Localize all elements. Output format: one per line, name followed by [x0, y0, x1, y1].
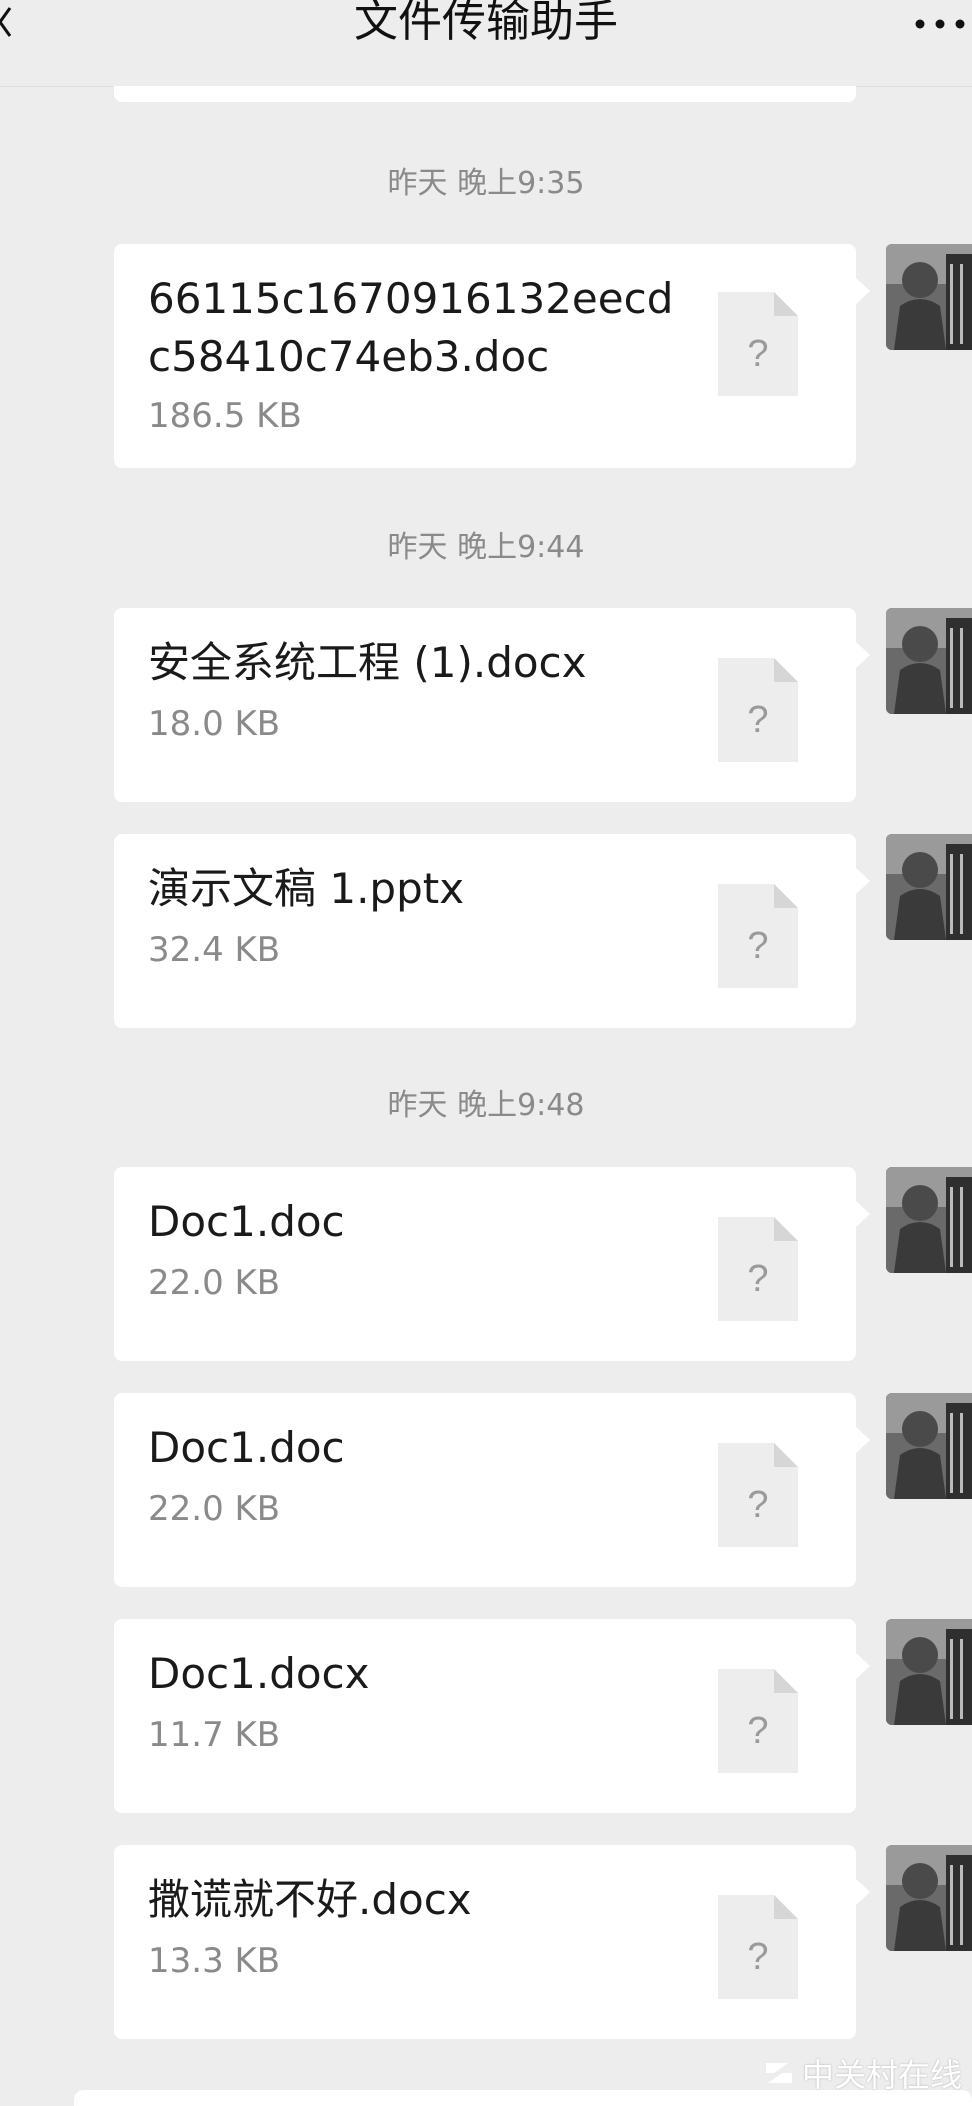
avatar-photo	[886, 244, 972, 350]
file-icon-glyph: ?	[747, 1710, 768, 1752]
avatar-photo	[886, 1845, 972, 1951]
user-avatar[interactable]	[886, 244, 972, 350]
timestamp: 昨天 晚上9:35	[387, 166, 585, 201]
file-size: 32.4 KB	[148, 930, 281, 970]
file-unknown-icon: ?	[718, 884, 798, 988]
avatar-photo	[886, 834, 972, 940]
bubble-tail	[856, 1653, 870, 1679]
file-message[interactable]: Doc1.doc 22.0 KB ?	[114, 1167, 870, 1361]
file-size: 13.3 KB	[148, 1941, 281, 1981]
file-unknown-icon: ?	[718, 1217, 798, 1321]
more-horizontal-icon	[915, 19, 965, 29]
file-icon-glyph: ?	[747, 925, 768, 967]
file-name: Doc1.docx	[148, 1649, 370, 1698]
timestamp: 昨天 晚上9:48	[387, 1088, 585, 1123]
user-avatar[interactable]	[886, 1167, 972, 1273]
file-unknown-icon: ?	[718, 1669, 798, 1773]
file-unknown-icon: ?	[718, 1895, 798, 1999]
chat-title: 文件传输助手	[354, 0, 618, 47]
file-message[interactable]: 撒谎就不好.docx 13.3 KB ?	[114, 1845, 870, 2039]
file-size: 186.5 KB	[148, 396, 302, 436]
file-name: 演示文稿 1.pptx	[148, 864, 465, 913]
file-size: 18.0 KB	[148, 704, 281, 744]
file-message[interactable]: 66115c1670916132eecdc58410c74eb3.doc 186…	[114, 244, 870, 468]
file-message[interactable]: 演示文稿 1.pptx 32.4 KB ?	[114, 834, 870, 1028]
file-size: 22.0 KB	[148, 1263, 281, 1303]
avatar-photo	[886, 1619, 972, 1725]
watermark: 中关村在线	[764, 2050, 962, 2096]
file-name: 撒谎就不好.docx	[148, 1875, 472, 1924]
avatar-photo	[886, 1167, 972, 1273]
file-name: 66115c1670916132eecdc58410c74eb3.doc	[148, 274, 674, 381]
file-icon-glyph: ?	[747, 1258, 768, 1300]
user-avatar[interactable]	[886, 1845, 972, 1951]
file-message[interactable]: 安全系统工程 (1).docx 18.0 KB ?	[114, 608, 870, 802]
file-name: Doc1.doc	[148, 1423, 345, 1472]
file-icon-glyph: ?	[747, 699, 768, 741]
file-size: 11.7 KB	[148, 1715, 281, 1755]
user-avatar[interactable]	[886, 1619, 972, 1725]
more-button[interactable]	[912, 6, 972, 36]
avatar-photo	[886, 608, 972, 714]
file-message[interactable]: Doc1.doc 22.0 KB ?	[114, 1393, 870, 1587]
file-unknown-icon: ?	[718, 292, 798, 396]
avatar-photo	[886, 1393, 972, 1499]
bubble-tail	[856, 278, 870, 304]
file-icon-glyph: ?	[747, 1936, 768, 1978]
file-name: Doc1.doc	[148, 1197, 345, 1246]
user-avatar[interactable]	[886, 834, 972, 940]
bubble-tail	[856, 1879, 870, 1905]
bubble-tail	[856, 1201, 870, 1227]
timestamp: 昨天 晚上9:44	[387, 530, 585, 565]
file-size: 22.0 KB	[148, 1489, 281, 1529]
file-unknown-icon: ?	[718, 658, 798, 762]
file-message[interactable]: Doc1.docx 11.7 KB ?	[114, 1619, 870, 1813]
file-name: 安全系统工程 (1).docx	[148, 638, 587, 687]
bubble-tail	[856, 1427, 870, 1453]
bubble-tail	[856, 868, 870, 894]
zol-logo	[766, 2063, 792, 2083]
file-icon-glyph: ?	[747, 1484, 768, 1526]
file-icon-glyph: ?	[747, 333, 768, 375]
user-avatar[interactable]	[886, 608, 972, 714]
watermark-text: 中关村在线	[802, 2056, 963, 2094]
partial-message-bubble[interactable]	[114, 86, 856, 102]
user-avatar[interactable]	[886, 1393, 972, 1499]
top-bar: 文件传输助手	[0, 0, 972, 87]
file-unknown-icon: ?	[718, 1443, 798, 1547]
bubble-tail	[856, 642, 870, 668]
